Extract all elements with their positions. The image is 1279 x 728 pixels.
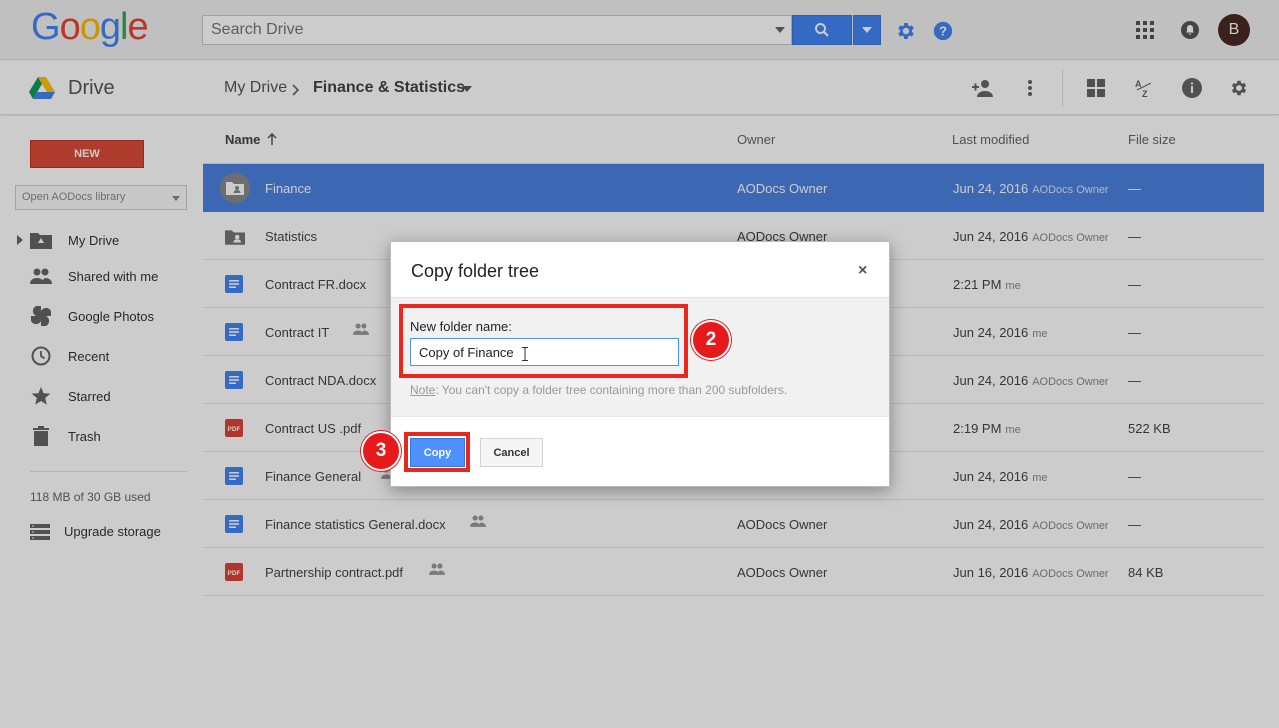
note-text: : You can't copy a folder tree containin… [435, 383, 788, 397]
cancel-button[interactable]: Cancel [480, 438, 543, 467]
copy-button-highlight-box [404, 432, 470, 472]
field-highlight-box [399, 304, 688, 378]
close-icon[interactable]: × [858, 262, 867, 280]
step-badge-3: 3 [361, 431, 401, 471]
dialog-title: Copy folder tree [411, 261, 540, 281]
subfolder-limit-note: Note: You can't copy a folder tree conta… [410, 383, 787, 397]
note-prefix: Note [410, 383, 436, 397]
step-badge-2: 2 [691, 320, 731, 360]
